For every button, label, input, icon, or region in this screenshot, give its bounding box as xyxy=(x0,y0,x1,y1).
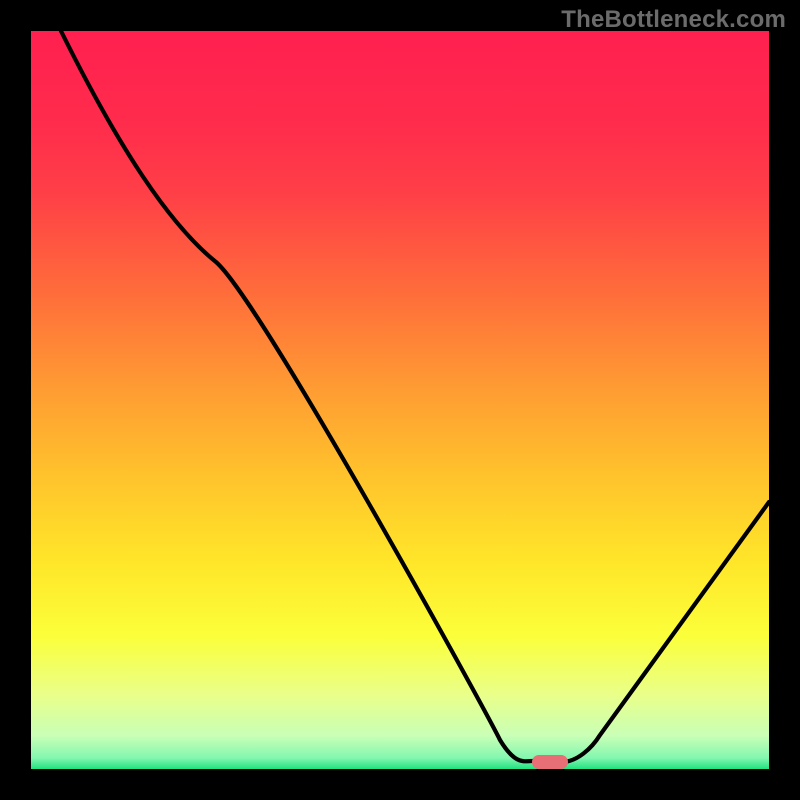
watermark-text: TheBottleneck.com xyxy=(561,6,786,34)
plot-area xyxy=(31,31,769,769)
chart-svg xyxy=(0,0,800,800)
chart-stage: TheBottleneck.com xyxy=(0,0,800,800)
min-marker xyxy=(532,755,568,769)
